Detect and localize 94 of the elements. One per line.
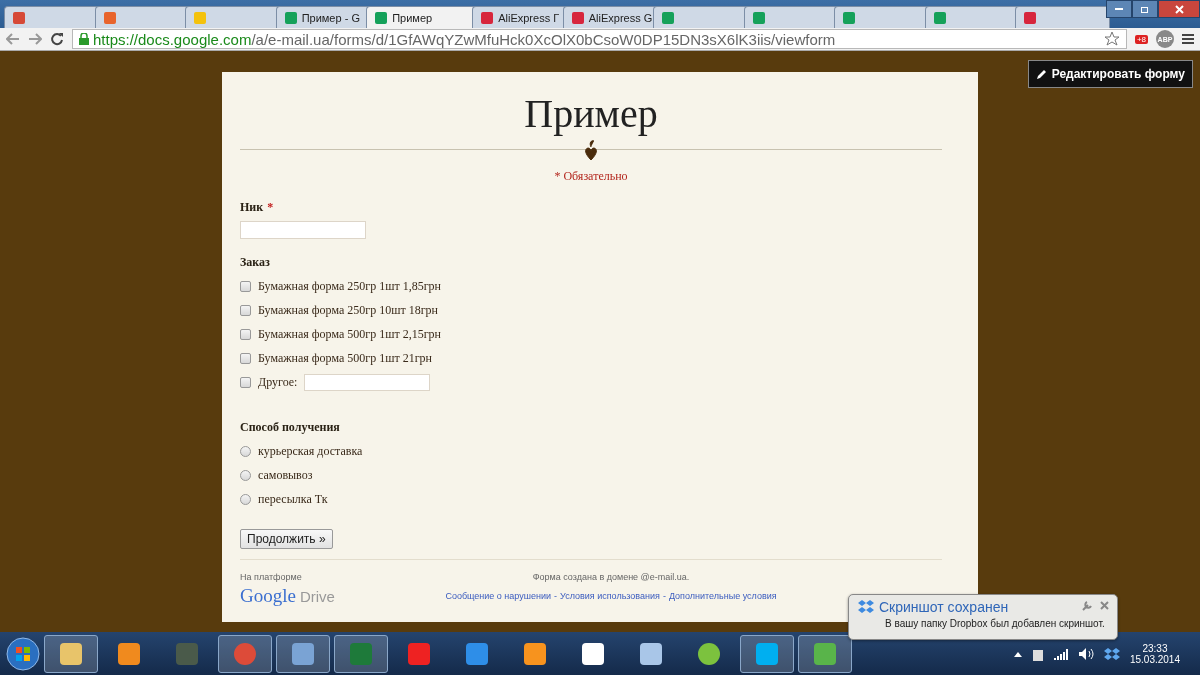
minimize-button[interactable] [1106,0,1132,18]
option-label: Бумажная форма 250гр 10шт 18грн [258,302,438,318]
tab-favicon-icon [933,11,946,24]
tab-favicon-icon [843,11,856,24]
footer-link[interactable]: Условия использования [560,591,660,601]
checkbox[interactable] [240,280,251,292]
wrench-icon[interactable] [1082,601,1092,611]
option-label: курьерская доставка [258,443,363,459]
menu-icon[interactable] [1182,33,1194,45]
app-icon [348,640,374,667]
tab-title: Пример - G [301,11,360,24]
checkbox[interactable] [240,352,251,364]
required-mark: * [267,200,274,215]
star-icon[interactable] [1103,31,1120,47]
option-label: Бумажная форма 500гр 1шт 2,15грн [258,326,441,342]
radio-button[interactable] [240,469,251,481]
url-text: https://docs.google.com/a/e-mail.ua/forms/d/1GfAWqYZwMfuHck0XcOlX0bCsoW0DP15DN3sX6lK3iis/viewform [93,30,836,48]
app-icon [638,640,664,667]
back-icon[interactable] [6,33,20,45]
checkbox[interactable] [240,376,251,388]
checkbox[interactable] [240,328,251,340]
clock-date[interactable]: 15.03.2014 [1129,653,1180,665]
app-icon [406,640,432,667]
close-icon [1174,4,1184,14]
ornament-icon [582,139,600,161]
tray-arrow-icon[interactable] [1013,650,1022,657]
dropbox-icon[interactable] [1103,646,1120,661]
tab-title: AliExpress G [588,11,653,24]
other-field[interactable] [304,373,431,391]
link-separator: - [554,591,557,601]
app-icon [58,640,84,667]
question-label: Способ получения [240,420,340,435]
dropbox-icon [857,599,875,615]
tab-favicon-icon [375,11,388,24]
platform-text: На платформе [240,572,303,582]
tab-favicon-icon [752,11,765,24]
address-bar[interactable]: https://docs.google.com/a/e-mail.ua/forms/d/1GfAWqYZwMfuHck0XcOlX0bCsoW0DP15DN3sX6lK3iis/viewform [72,29,1127,49]
text-field[interactable] [240,221,366,239]
restore-button[interactable] [1132,0,1158,18]
edit-form-button[interactable]: Редактировать форму [1027,60,1193,88]
tab-favicon-icon [194,11,207,24]
footer-link[interactable]: Дополнительные условия [668,591,777,601]
required-note: * Обязательно [553,169,629,184]
taskbar-app-button[interactable] [44,634,98,673]
close-icon[interactable] [1100,601,1109,610]
logo-text: Google [240,585,296,607]
question-label: Заказ [240,255,270,270]
reload-icon[interactable] [50,32,64,46]
continue-button[interactable]: Продолжить » [240,529,333,549]
question-label: Ник [240,200,264,215]
clock-time[interactable]: 23:33 [1142,642,1168,654]
app-icon [174,640,200,667]
app-icon [290,640,316,667]
tab-favicon-icon [662,11,675,24]
close-button[interactable] [1158,0,1200,18]
option-label: Бумажная форма 500гр 1шт 21грн [258,350,432,366]
volume-icon[interactable] [1077,646,1094,661]
tab-favicon-icon [13,11,25,24]
forward-icon[interactable] [28,33,42,45]
option-label: самовывоз [258,467,313,483]
app-icon [580,640,606,667]
notification-text: В вашу папку Dropbox был добавлен скриншот. [885,618,1106,629]
tab-favicon-icon [481,11,494,24]
radio-button[interactable] [240,445,251,457]
app-icon [464,640,490,667]
domain-text: Форма создана в домене @e-mail.ua. [532,572,690,582]
lock-icon [79,33,89,45]
restore-icon [1140,5,1150,13]
logo-text: Drive [299,588,335,605]
checkbox[interactable] [240,304,251,316]
pencil-icon [1035,68,1047,80]
link-separator: - [662,591,666,601]
minimize-icon [1115,7,1123,11]
notification-title: Скриншот сохранен [879,599,1009,615]
tab-favicon-icon [103,11,116,24]
option-label: Другое: [258,374,298,390]
tab-favicon-icon [284,11,297,24]
tab-title: AliExpress Г [498,11,560,24]
radio-button[interactable] [240,493,251,505]
footer-link[interactable]: Сообщение о нарушении [445,591,551,601]
app-icon [522,640,548,667]
tab-title: Пример [392,11,433,24]
tab-favicon-icon [571,11,584,24]
extension-badge[interactable]: +8 [1134,34,1148,44]
start-button[interactable] [6,636,40,671]
app-icon [754,640,780,667]
tab-favicon-icon [1024,11,1037,24]
form-title: Пример [523,90,659,137]
app-icon [116,640,142,667]
option-label: Бумажная форма 250гр 1шт 1,85грн [258,278,441,294]
app-icon [812,640,838,667]
browser-tab[interactable] [1015,6,1110,28]
option-label: пересылка Тк [258,491,328,507]
signal-icon[interactable] [1053,647,1068,660]
